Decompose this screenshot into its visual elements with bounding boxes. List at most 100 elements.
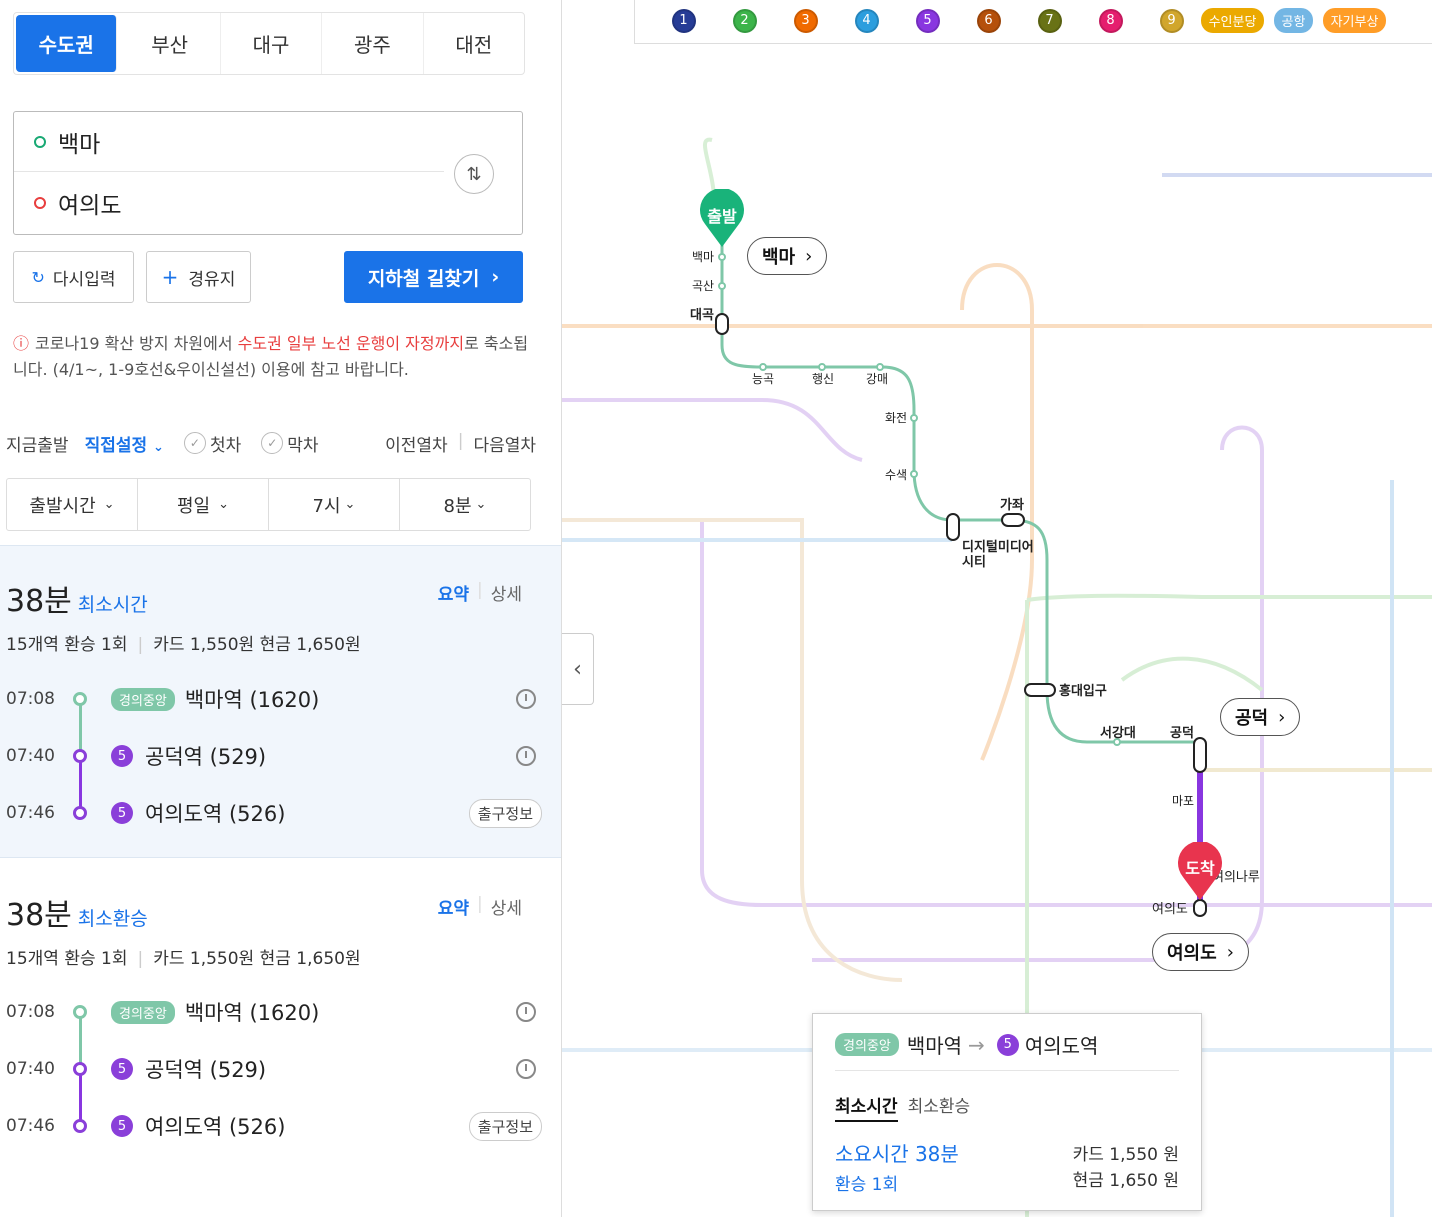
hour-value: 7시 [312, 495, 341, 517]
station-label[interactable]: 수색 [885, 466, 907, 483]
find-route-button[interactable]: 지하철 길찾기 › [344, 251, 523, 303]
station-label[interactable]: 백마 [692, 248, 714, 265]
tab-gwangju[interactable]: 광주 [322, 13, 424, 74]
transfer-callout-label: 공덕 [1235, 708, 1269, 729]
collapse-panel-button[interactable]: ‹ [562, 633, 594, 705]
clock-icon[interactable] [516, 746, 536, 766]
legend-line-2[interactable]: 3 [775, 8, 836, 33]
legend-line-4[interactable]: 5 [897, 8, 958, 33]
minute-select[interactable]: 8분 ⌄ [400, 479, 530, 530]
line-5-badge: 5 [111, 802, 133, 824]
stop-name[interactable]: 공덕역 (529) [145, 741, 266, 771]
legend-line-11[interactable]: 자기부상 [1322, 8, 1387, 33]
summary-link[interactable]: 요약 [438, 580, 469, 605]
exit-info-button[interactable]: 출구정보 [468, 798, 542, 828]
detail-link[interactable]: 상세 [491, 894, 522, 919]
day-select[interactable]: 평일 ⌄ [138, 479, 269, 530]
chevron-down-icon: ⌄ [475, 497, 487, 512]
route-kind: 최소시간 [77, 594, 148, 616]
station-label[interactable]: 서강대 [1100, 722, 1136, 741]
legend-line-0[interactable]: 1 [653, 8, 714, 33]
divider: | [457, 430, 464, 451]
time-type-value: 출발시간 [29, 495, 96, 517]
tab-seoul-metro[interactable]: 수도권 [16, 15, 118, 72]
detail-link[interactable]: 상세 [491, 580, 522, 605]
tab-daegu[interactable]: 대구 [221, 13, 323, 74]
clock-icon[interactable] [516, 689, 536, 709]
clock-icon[interactable] [516, 1059, 536, 1079]
legend-line-1[interactable]: 2 [714, 8, 775, 33]
departure-field[interactable]: 백마 [14, 112, 444, 172]
divider: | [476, 580, 483, 600]
hour-select[interactable]: 7시 ⌄ [269, 479, 400, 530]
start-callout[interactable]: 백마 › [747, 237, 828, 275]
stop-name[interactable]: 여의도역 (526) [145, 1111, 285, 1141]
add-via-button[interactable]: + 경유지 [146, 251, 251, 303]
route-card-min-transfer[interactable]: 38분 최소환승 요약 | 상세 15개역 환승 1회 | 카드 1,550원 현금 1,… [0, 860, 561, 1170]
tab-busan[interactable]: 부산 [119, 13, 221, 74]
set-time-dropdown[interactable]: 직접설정 ⌄ [85, 431, 164, 456]
legend-line-7[interactable]: 8 [1080, 8, 1141, 33]
legend-line-6[interactable]: 7 [1019, 8, 1080, 33]
route-card-min-time[interactable]: 38분 최소시간 요약 | 상세 15개역 환승 1회 | 카드 1,550원 현금 1,… [0, 545, 561, 858]
transfer-callout[interactable]: 공덕 › [1220, 698, 1301, 736]
route-view-links: 요약 | 상세 [438, 580, 522, 605]
station-count: 15개역 [6, 949, 59, 969]
line-5-badge: 5 [111, 745, 133, 767]
station-label[interactable]: 가좌 [1000, 494, 1024, 513]
chevron-down-icon: ⌄ [103, 497, 115, 512]
prev-train-link[interactable]: 이전열차 [385, 431, 448, 456]
legend-badge: 7 [1037, 8, 1062, 33]
swap-button[interactable]: ⇅ [454, 154, 494, 194]
end-callout[interactable]: 여의도 › [1152, 933, 1249, 971]
next-train-link[interactable]: 다음열차 [473, 431, 536, 456]
subway-map[interactable]: 1 2 3 4 5 6 7 8 9 수인분당 공항 자기부상 백마 곡산 대곡 … [562, 0, 1432, 1217]
clock-icon[interactable] [516, 1002, 536, 1022]
line-badge: 경의중앙 [835, 1033, 899, 1056]
legend-line-9[interactable]: 수인분당 [1200, 8, 1265, 33]
route-stop: 07:46 5 여의도역 (526) 출구정보 [6, 1111, 542, 1141]
station-label[interactable]: 대곡 [690, 304, 714, 323]
station-label[interactable]: 디지털미디어시티 [962, 540, 1038, 570]
time-selects: 출발시간 ⌄ 평일 ⌄ 7시 ⌄ 8분 ⌄ [6, 478, 531, 531]
station-label[interactable]: 마포 [1172, 792, 1194, 809]
arrival-field[interactable]: 여의도 [14, 173, 444, 233]
stop-name[interactable]: 여의도역 (526) [145, 798, 285, 828]
station-label[interactable]: 행신 [812, 370, 834, 387]
station-label[interactable]: 공덕 [1170, 722, 1194, 741]
chevron-down-icon: ⌄ [153, 439, 164, 455]
first-train-toggle[interactable]: ✓ 첫차 [183, 431, 241, 456]
popup-header: 경의중앙 백마역 → 5 여의도역 [835, 1030, 1098, 1059]
via-label: 경유지 [188, 269, 236, 290]
station-label[interactable]: 곡산 [692, 277, 714, 294]
arrival-dot-icon [34, 197, 46, 209]
legend-line-5[interactable]: 6 [958, 8, 1019, 33]
time-type-select[interactable]: 출발시간 ⌄ [7, 479, 138, 530]
cash-fare: 현금 1,650원 [259, 635, 361, 655]
reset-button[interactable]: ↻ 다시입력 [13, 251, 134, 303]
tab-min-time[interactable]: 최소시간 [835, 1092, 898, 1122]
tab-daejeon[interactable]: 대전 [424, 13, 524, 74]
last-train-toggle[interactable]: ✓ 막차 [261, 431, 319, 456]
station-label[interactable]: 홍대입구 [1059, 680, 1107, 699]
stop-name[interactable]: 백마역 (1620) [185, 684, 319, 714]
arrival-pin-label: 도착 [1185, 859, 1215, 878]
departure-value: 백마 [58, 131, 101, 158]
legend-line-3[interactable]: 4 [836, 8, 897, 33]
station-input-box: 백마 여의도 ⇅ [13, 111, 523, 235]
summary-link[interactable]: 요약 [438, 894, 469, 919]
station-label[interactable]: 강매 [866, 370, 888, 387]
stop-name[interactable]: 공덕역 (529) [145, 1054, 266, 1084]
tab-min-transfer[interactable]: 최소환승 [908, 1092, 971, 1122]
station-label[interactable]: 능곡 [752, 370, 774, 387]
station-label[interactable]: 화전 [885, 409, 907, 426]
depart-now[interactable]: 지금출발 [6, 431, 69, 456]
exit-info-button[interactable]: 출구정보 [468, 1111, 542, 1141]
stop-name[interactable]: 백마역 (1620) [185, 997, 319, 1027]
covid-notice: ⓘ 코로나19 확산 방지 차원에서 수도권 일부 노선 운행이 자정까지로 축소… [13, 331, 533, 383]
end-callout-label: 여의도 [1167, 943, 1217, 964]
legend-badge: 자기부상 [1322, 8, 1387, 33]
legend-line-10[interactable]: 공항 [1263, 8, 1324, 33]
legend-badge: 1 [671, 8, 696, 33]
legend-line-8[interactable]: 9 [1141, 8, 1202, 33]
